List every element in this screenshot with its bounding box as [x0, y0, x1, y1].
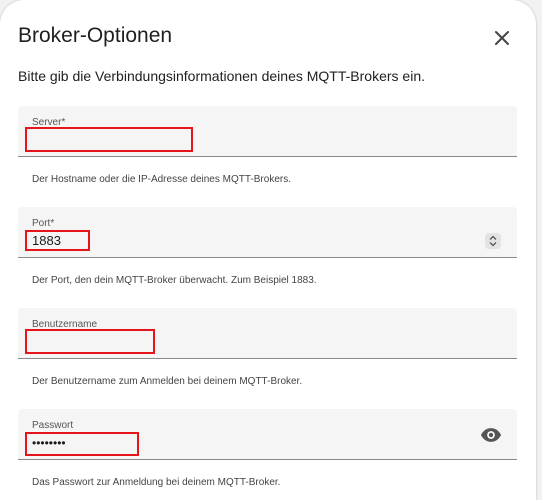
- password-label: Passwort: [32, 420, 74, 431]
- username-helper: Der Benutzername zum Anmelden bei deinem…: [32, 376, 303, 387]
- server-field[interactable]: Server*: [18, 106, 517, 157]
- server-helper: Der Hostname oder die IP-Adresse deines …: [32, 174, 291, 185]
- username-input[interactable]: [32, 334, 432, 350]
- dialog-intro: Bitte gib die Verbindungsinformationen d…: [18, 68, 425, 84]
- password-field[interactable]: Passwort ••••••••: [18, 409, 517, 460]
- dialog-title: Broker-Optionen: [18, 24, 173, 47]
- server-input[interactable]: [32, 132, 432, 148]
- close-icon[interactable]: [490, 26, 514, 50]
- port-input[interactable]: [32, 233, 432, 249]
- server-label: Server*: [32, 117, 66, 128]
- username-field[interactable]: Benutzername: [18, 308, 517, 359]
- password-helper: Das Passwort zur Anmeldung bei deinem MQ…: [32, 477, 281, 488]
- number-spinner-icon[interactable]: [485, 233, 501, 249]
- port-field[interactable]: Port*: [18, 207, 517, 258]
- password-input[interactable]: ••••••••: [32, 435, 432, 451]
- eye-icon[interactable]: [480, 426, 502, 444]
- username-label: Benutzername: [32, 319, 98, 330]
- broker-options-dialog: Broker-Optionen Bitte gib die Verbindung…: [0, 0, 536, 500]
- port-helper: Der Port, den dein MQTT-Broker überwacht…: [32, 275, 317, 286]
- port-label: Port*: [32, 218, 55, 229]
